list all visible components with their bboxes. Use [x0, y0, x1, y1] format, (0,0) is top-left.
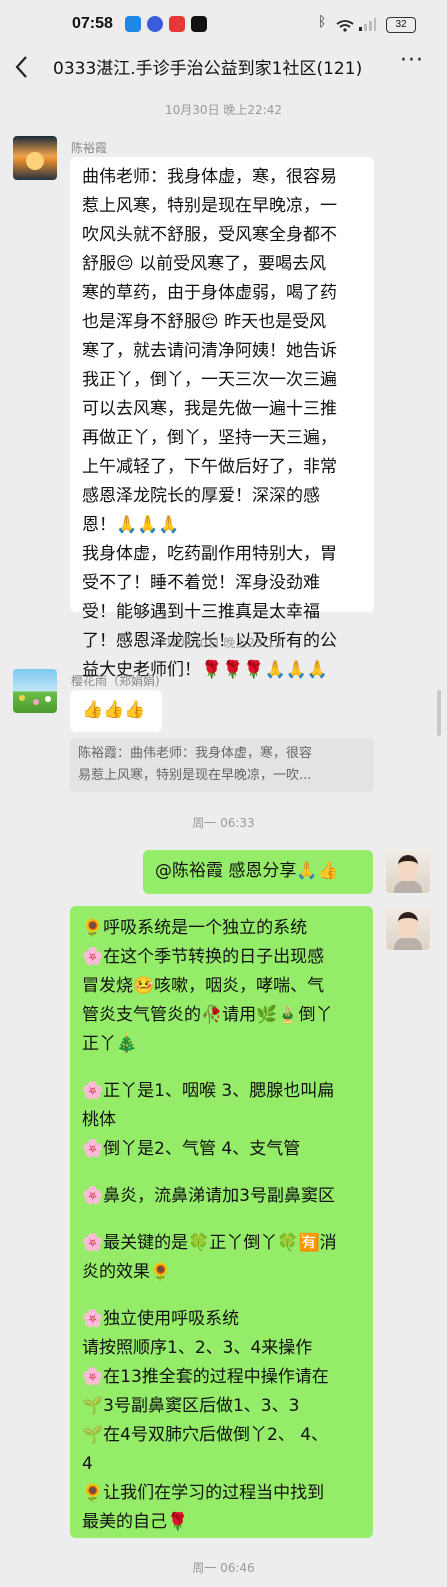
message-text: 🌸倒丫是2、气管 4、支气管	[82, 1139, 301, 1159]
message-text: 🌸最关键的是🍀正丫倒丫🍀🈶消	[82, 1233, 337, 1253]
message-text: 4	[82, 1454, 93, 1474]
more-icon[interactable]: ···	[400, 48, 424, 73]
message-text: 感恩泽龙院长的厚爱！深深的感	[82, 486, 320, 506]
message-text: 可以去风寒，我是先做一遍十三推	[82, 399, 337, 419]
message-text: 寒的草药，由于身体虚弱，喝了药	[82, 283, 337, 303]
avatar[interactable]	[386, 906, 430, 950]
quoted-message[interactable]: 陈裕霞：曲伟老师：我身体虚，寒，很容 易惹上风寒，特别是现在早晚凉，一吹...	[70, 738, 374, 792]
bluetooth-icon: ᛒ	[318, 14, 327, 30]
message-text: 寒了，就去请问清净阿姨！她告诉	[82, 341, 337, 361]
battery-icon: 32	[386, 17, 416, 33]
message-text: 曲伟老师：我身体虚，寒，很容易	[82, 167, 337, 187]
message-text: 请按照顺序1、2、3、4来操作	[82, 1338, 313, 1358]
message-text: 🌱在4号双肺穴后做倒丫2、 4、	[82, 1425, 329, 1445]
message-text: 恩！🙏🙏🙏	[82, 515, 180, 535]
message-text: 👍👍👍	[82, 700, 146, 720]
message-text	[82, 1287, 361, 1305]
message-text	[82, 1164, 361, 1182]
avatar[interactable]	[13, 669, 57, 713]
message-text: 受！能够遇到十三推真是太幸福	[82, 602, 320, 622]
message-bubble-self[interactable]: @陈裕霞 感恩分享🙏👍	[143, 850, 373, 894]
message-text: 受不了！睡不着觉！浑身没劲难	[82, 573, 320, 593]
app-notification-icon	[147, 16, 163, 32]
chat-header: 0333湛江.手诊手治公益到家1社区(121) ···	[0, 48, 447, 88]
message-text: 炎的效果🌻	[82, 1262, 172, 1282]
message-bubble[interactable]: 👍👍👍	[70, 690, 162, 732]
message-text: 🌸在13推全套的过程中操作请在	[82, 1367, 329, 1387]
message-timestamp: 周一 06:33	[192, 816, 255, 830]
message-text	[82, 1059, 361, 1077]
avatar[interactable]	[13, 136, 57, 180]
avatar[interactable]	[386, 849, 430, 893]
message-text: 再做正丫，倒丫，坚持一天三遍，	[82, 428, 337, 448]
app-notification-icon	[125, 16, 141, 32]
back-icon[interactable]	[14, 52, 28, 87]
status-time: 07:58	[72, 15, 113, 32]
message-text: 最美的自己🌹	[82, 1512, 189, 1532]
message-text: 惹上风寒，特别是现在早晚凉，一	[82, 196, 337, 216]
quote-text: 陈裕霞：曲伟老师：我身体虚，寒，很容	[78, 746, 313, 761]
message-text: @陈裕霞 感恩分享🙏👍	[155, 861, 339, 881]
message-text: 桃体	[82, 1110, 116, 1130]
message-text: 🌸独立使用呼吸系统	[82, 1309, 240, 1329]
message-text: 🌸鼻炎，流鼻涕请加3号副鼻窦区	[82, 1186, 335, 1206]
wifi-icon	[336, 17, 354, 32]
message-text: 我身体虚，吃药副作用特别大，胃	[82, 544, 337, 564]
message-text: 冒发烧🤒咳嗽，咽炎，哮喘、气	[82, 976, 325, 996]
message-text: 🌸在这个季节转换的日子出现感	[82, 947, 325, 967]
status-bar: 07:58 ᛒ 32	[0, 0, 447, 48]
sender-name: 樱花雨（郑娟娟)	[71, 674, 160, 688]
message-timestamp: 10月30日 晚上22:42	[165, 103, 282, 117]
message-text: 也是浑身不舒服😔 昨天也是受风	[82, 312, 327, 332]
quote-text: 易惹上风寒，特别是现在早晚凉，一吹...	[78, 768, 312, 783]
message-text: 🌸正丫是1、咽喉 3、腮腺也叫扁	[82, 1081, 335, 1101]
message-text: 我正丫，倒丫，一天三次一次三遍	[82, 370, 337, 390]
app-notification-icon	[191, 16, 207, 32]
chat-title: 0333湛江.手诊手治公益到家1社区(121)	[53, 59, 363, 79]
message-bubble[interactable]: 曲伟老师：我身体虚，寒，很容易 惹上风寒，特别是现在早晚凉，一 吹风头就不舒服，…	[70, 157, 374, 680]
message-text: 🌻让我们在学习的过程当中找到	[82, 1483, 325, 1503]
message-bubble-self[interactable]: 🌻呼吸系统是一个独立的系统 🌸在这个季节转换的日子出现感 冒发烧🤒咳嗽，咽炎，哮…	[70, 906, 373, 1538]
signal-icon	[358, 16, 376, 31]
message-text: 正丫🎄	[82, 1034, 138, 1054]
message-timestamp: 10月30日 晚上23:13	[165, 636, 282, 650]
message-text: 🌱3号副鼻窦区后做1、3、3	[82, 1396, 300, 1416]
message-timestamp: 周一 06:46	[192, 1561, 255, 1575]
message-text: 管炎支气管炎的🥀请用🌿🎍倒丫	[82, 1005, 333, 1025]
message-text: 舒服😔 以前受风寒了，要喝去风	[82, 254, 327, 274]
message-text	[82, 1211, 361, 1229]
sender-name: 陈裕霞	[71, 141, 108, 155]
message-text: 🌻呼吸系统是一个独立的系统	[82, 918, 308, 938]
scrollbar[interactable]	[437, 690, 441, 736]
message-text: 上午减轻了，下午做后好了，非常	[82, 457, 337, 477]
app-notification-icon	[169, 16, 185, 32]
message-text: 吹风头就不舒服，受风寒全身都不	[82, 225, 337, 245]
